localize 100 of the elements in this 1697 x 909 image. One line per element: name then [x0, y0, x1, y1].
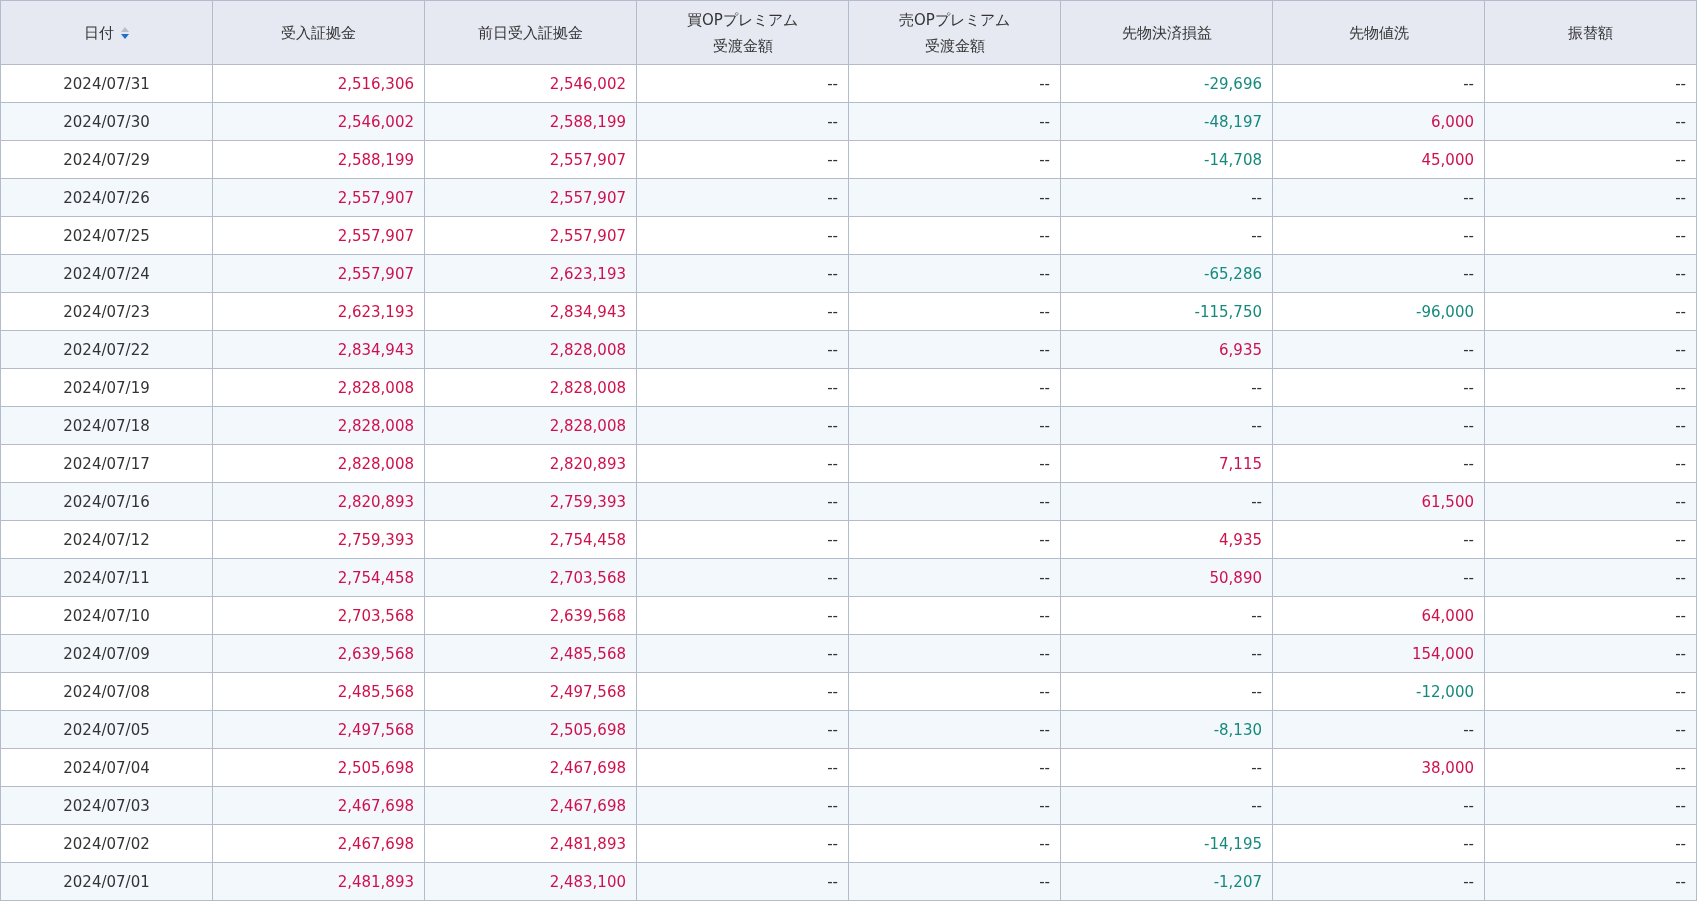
table-cell: 2,623,193 — [212, 292, 425, 331]
table-cell: -- — [1272, 824, 1485, 863]
table-cell: -- — [1484, 634, 1697, 673]
table-cell: 2,557,907 — [424, 216, 637, 255]
table-cell: 2,639,568 — [212, 634, 425, 673]
table-cell: -- — [1060, 178, 1273, 217]
table-cell: -- — [636, 558, 849, 597]
table-cell: -- — [848, 254, 1061, 293]
table-cell: -- — [636, 786, 849, 825]
column-header[interactable]: 先物値洗 — [1272, 0, 1485, 65]
table-cell: -115,750 — [1060, 292, 1273, 331]
table-cell: -- — [1484, 292, 1697, 331]
table-cell: 2024/07/02 — [0, 824, 213, 863]
table-cell: 2,546,002 — [424, 64, 637, 103]
table-cell: -- — [636, 292, 849, 331]
table-cell: 2,505,698 — [212, 748, 425, 787]
table-cell: -- — [1484, 254, 1697, 293]
table-cell: 2,828,008 — [424, 330, 637, 369]
table-cell: 4,935 — [1060, 520, 1273, 559]
table-cell: 2024/07/09 — [0, 634, 213, 673]
table-cell: 2,820,893 — [424, 444, 637, 483]
table-cell: -- — [636, 748, 849, 787]
table-cell: 2,834,943 — [424, 292, 637, 331]
table-cell: 2,828,008 — [212, 368, 425, 407]
table-cell: 2,759,393 — [212, 520, 425, 559]
column-header[interactable]: 振替額 — [1484, 0, 1697, 65]
table-cell: -- — [636, 216, 849, 255]
table-cell: -- — [1484, 368, 1697, 407]
table-cell: -29,696 — [1060, 64, 1273, 103]
table-cell: 64,000 — [1272, 596, 1485, 635]
table-cell: -- — [848, 710, 1061, 749]
table-cell: -14,195 — [1060, 824, 1273, 863]
table-cell: -- — [848, 102, 1061, 141]
table-cell: 2024/07/29 — [0, 140, 213, 179]
table-cell: -12,000 — [1272, 672, 1485, 711]
table-cell: -48,197 — [1060, 102, 1273, 141]
table-cell: 2024/07/18 — [0, 406, 213, 445]
table-cell: 2024/07/03 — [0, 786, 213, 825]
table-cell: -- — [1272, 406, 1485, 445]
table-cell: 61,500 — [1272, 482, 1485, 521]
table-cell: 2,588,199 — [212, 140, 425, 179]
table-cell: 2024/07/26 — [0, 178, 213, 217]
table-cell: 2,467,698 — [212, 824, 425, 863]
table-cell: -- — [636, 824, 849, 863]
table-cell: 2,588,199 — [424, 102, 637, 141]
table-cell: -- — [1060, 482, 1273, 521]
table-cell: 2024/07/22 — [0, 330, 213, 369]
table-cell: 2024/07/19 — [0, 368, 213, 407]
table-cell: -- — [1484, 862, 1697, 901]
table-cell: 2024/07/12 — [0, 520, 213, 559]
column-header[interactable]: 売OPプレミアム 受渡金額 — [848, 0, 1061, 65]
table-cell: 2024/07/11 — [0, 558, 213, 597]
table-cell: -- — [1484, 178, 1697, 217]
table-cell: -- — [636, 406, 849, 445]
sort-icon[interactable] — [119, 26, 130, 40]
table-cell: -- — [1272, 368, 1485, 407]
table-cell: 2024/07/24 — [0, 254, 213, 293]
table-cell: 2,467,698 — [424, 786, 637, 825]
column-header[interactable]: 日付 — [0, 0, 213, 65]
table-cell: -96,000 — [1272, 292, 1485, 331]
table-cell: 2,467,698 — [424, 748, 637, 787]
table-cell: -- — [1272, 520, 1485, 559]
table-cell: 50,890 — [1060, 558, 1273, 597]
table-cell: -14,708 — [1060, 140, 1273, 179]
table-cell: 2,828,008 — [424, 368, 637, 407]
table-cell: -- — [848, 824, 1061, 863]
table-cell: 2024/07/23 — [0, 292, 213, 331]
table-cell: -- — [848, 330, 1061, 369]
table-cell: 2,639,568 — [424, 596, 637, 635]
table-cell: 2024/07/17 — [0, 444, 213, 483]
table-cell: -65,286 — [1060, 254, 1273, 293]
table-cell: 2024/07/08 — [0, 672, 213, 711]
table-cell: -- — [636, 710, 849, 749]
table-cell: -- — [1484, 710, 1697, 749]
table-cell: 2024/07/25 — [0, 216, 213, 255]
column-header[interactable]: 買OPプレミアム 受渡金額 — [636, 0, 849, 65]
table-cell: -- — [848, 444, 1061, 483]
column-header[interactable]: 前日受入証拠金 — [424, 0, 637, 65]
table-cell: 2,623,193 — [424, 254, 637, 293]
table-cell: 2,759,393 — [424, 482, 637, 521]
table-cell: 2024/07/01 — [0, 862, 213, 901]
table-cell: 6,935 — [1060, 330, 1273, 369]
table-cell: -- — [1484, 824, 1697, 863]
column-header[interactable]: 受入証拠金 — [212, 0, 425, 65]
table-cell: 6,000 — [1272, 102, 1485, 141]
table-cell: -- — [636, 520, 849, 559]
table-cell: 2,485,568 — [424, 634, 637, 673]
table-cell: 2,828,008 — [212, 444, 425, 483]
table-cell: 2,754,458 — [424, 520, 637, 559]
table-cell: -- — [1060, 216, 1273, 255]
table-cell: -- — [848, 292, 1061, 331]
column-header[interactable]: 先物決済損益 — [1060, 0, 1273, 65]
table-cell: -- — [848, 862, 1061, 901]
table-cell: -- — [1484, 786, 1697, 825]
table-cell: -- — [1272, 178, 1485, 217]
table-cell: 2,481,893 — [424, 824, 637, 863]
table-cell: -- — [848, 406, 1061, 445]
table-cell: 2024/07/05 — [0, 710, 213, 749]
table-cell: -- — [1272, 710, 1485, 749]
table-cell: -- — [1484, 672, 1697, 711]
